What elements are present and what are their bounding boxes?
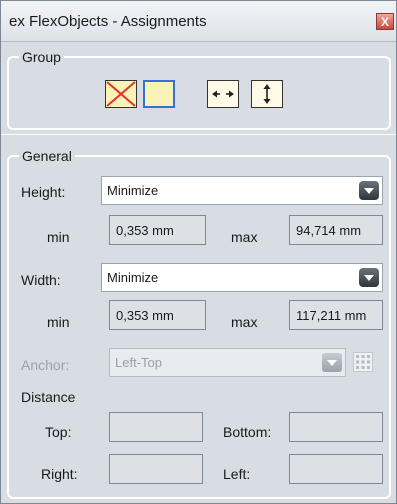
bottom-label: Bottom: (223, 424, 272, 440)
width-max-field[interactable]: 117,211 mm (289, 300, 383, 330)
no-size-button[interactable] (105, 80, 137, 108)
width-max-label: max (231, 314, 258, 330)
bottom-field[interactable] (289, 412, 383, 442)
dots-grid-icon (356, 355, 370, 369)
height-dropdown[interactable]: Minimize (101, 176, 383, 205)
red-x-icon (106, 81, 136, 107)
width-label: Width: (21, 272, 61, 288)
height-min-label: min (47, 229, 70, 245)
top-label: Top: (45, 424, 72, 440)
width-min-label: min (47, 314, 70, 330)
chevron-down-icon[interactable] (322, 353, 342, 372)
group-panel: Group (1, 42, 396, 134)
height-max-label: max (231, 229, 258, 245)
chevron-down-icon[interactable] (359, 268, 379, 287)
height-label: Height: (21, 184, 66, 200)
anchor-grid-icon[interactable] (353, 352, 373, 372)
assignments-window: ex FlexObjects - Assignments X Group Gen… (0, 0, 397, 504)
height-min-field[interactable]: 0,353 mm (109, 215, 206, 245)
general-box: General Height: Minimize min 0,353 mm ma… (7, 148, 391, 499)
vertical-arrows-icon (263, 84, 271, 104)
left-label: Left: (223, 466, 251, 482)
title-bar[interactable]: ex FlexObjects - Assignments X (1, 1, 396, 42)
selected-frame-button[interactable] (143, 80, 175, 108)
horizontal-size-button[interactable] (207, 80, 239, 108)
right-label: Right: (41, 466, 78, 482)
anchor-value: Left-Top (115, 355, 162, 370)
top-field[interactable] (109, 412, 203, 442)
width-min-field[interactable]: 0,353 mm (109, 300, 206, 330)
left-field[interactable] (289, 454, 383, 484)
general-legend: General (19, 148, 75, 164)
vertical-size-button[interactable] (251, 80, 283, 108)
group-box: Group (7, 49, 391, 130)
height-max-field[interactable]: 94,714 mm (289, 215, 383, 245)
right-field[interactable] (109, 454, 203, 484)
height-value: Minimize (107, 183, 159, 198)
group-legend: Group (19, 49, 64, 65)
close-button[interactable]: X (376, 13, 394, 30)
horizontal-arrows-icon (212, 90, 234, 98)
anchor-label: Anchor: (21, 357, 70, 373)
window-title: ex FlexObjects - Assignments (9, 13, 207, 30)
width-value: Minimize (107, 270, 159, 285)
distance-label: Distance (21, 389, 76, 405)
anchor-dropdown[interactable]: Left-Top (109, 348, 346, 377)
general-panel: General Height: Minimize min 0,353 mm ma… (1, 135, 396, 503)
width-dropdown[interactable]: Minimize (101, 263, 383, 292)
chevron-down-icon[interactable] (359, 181, 379, 200)
